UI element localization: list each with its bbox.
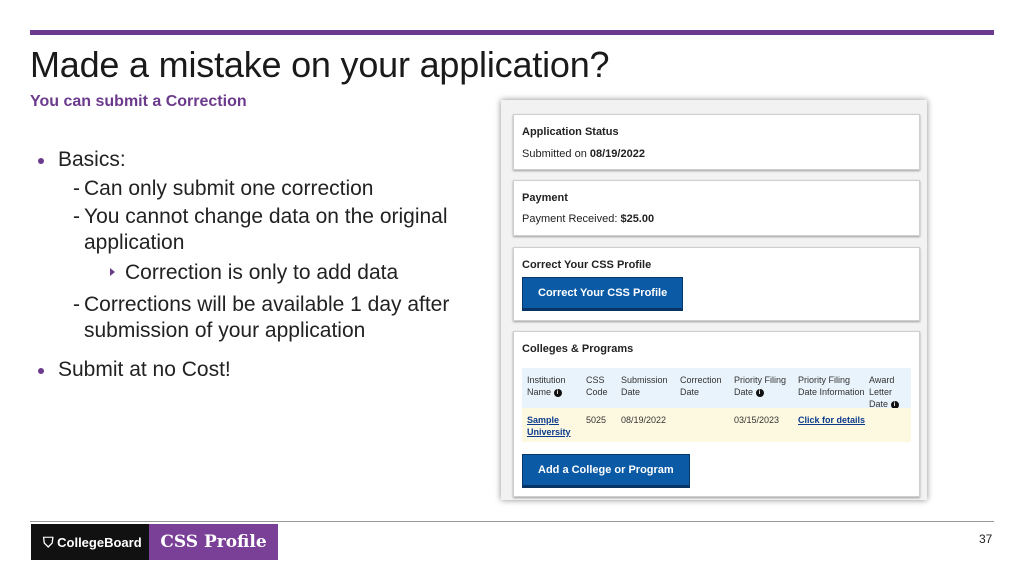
bullet-basics-text: Basics:	[58, 148, 126, 171]
payment-amount: $25.00	[620, 213, 655, 225]
col-priority-filing-info: Priority Filing Date Information	[798, 375, 865, 397]
payment-heading: Payment	[522, 192, 568, 204]
sub-bullet-text: Can only submit one correction	[84, 177, 374, 200]
slide-subtitle: You can submit a Correction	[30, 93, 247, 110]
table-row: Sample University 5025 08/19/2022 03/15/…	[522, 408, 911, 442]
sub-bullet-availability: - Corrections will be available 1 day af…	[73, 292, 478, 344]
footer-divider	[30, 521, 994, 522]
correct-profile-heading: Correct Your CSS Profile	[522, 259, 652, 271]
bullet-no-cost-text: Submit at no Cost!	[58, 358, 231, 381]
collegeboard-logo: ⛉ CollegeBoard	[31, 524, 149, 560]
sub-bullet-cannot-change: - You cannot change data on the original…	[73, 204, 478, 256]
col-correction-date: Correction Date	[680, 375, 722, 397]
colleges-programs-heading: Colleges & Programs	[522, 343, 634, 355]
css-profile-logo: CSS Profile	[149, 524, 278, 560]
add-college-button[interactable]: Add a College or Program	[522, 454, 690, 488]
colleges-table: Institution Name i CSS Code Submission D…	[522, 368, 911, 442]
submission-date-value: 08/19/2022	[621, 415, 667, 425]
slide-title: Made a mistake on your application?	[30, 44, 610, 85]
acorn-shield-icon: ⛉	[43, 534, 54, 550]
bullet-basics: Basics:	[38, 148, 478, 172]
submitted-on-line: Submitted on 08/19/2022	[522, 148, 645, 160]
col-institution-name: Institution Name i	[527, 375, 566, 397]
css-code-value: 5025	[586, 415, 607, 425]
sub-bullet-one-correction: - Can only submit one correction	[73, 177, 374, 200]
bullet-no-cost: Submit at no Cost!	[38, 358, 478, 382]
priority-filing-date-value: 03/15/2023	[734, 415, 780, 425]
profile-dashboard-screenshot: Application Status Submitted on 08/19/20…	[501, 100, 927, 500]
title-accent-bar	[30, 30, 994, 35]
col-submission-date: Submission Date	[621, 375, 668, 397]
table-header-row: Institution Name i CSS Code Submission D…	[522, 368, 913, 410]
application-status-heading: Application Status	[522, 126, 619, 138]
triangle-bullet-icon	[110, 268, 115, 276]
submitted-date: 08/19/2022	[589, 148, 645, 160]
info-icon[interactable]: i	[553, 388, 562, 397]
page-number: 37	[979, 532, 993, 546]
correct-profile-card: Correct Your CSS Profile Correct Your CS…	[513, 247, 920, 321]
col-award-letter-date: Award Letter Date i	[869, 374, 913, 410]
colleges-programs-card: Colleges & Programs Institution Name i C…	[513, 331, 920, 497]
sub-sub-bullet-text: Correction is only to add data	[125, 261, 399, 284]
correct-profile-button[interactable]: Correct Your CSS Profile	[522, 277, 684, 311]
institution-link[interactable]: Sample University	[527, 414, 577, 438]
sub-bullet-text: You cannot change data on the original a…	[84, 205, 448, 254]
bullet-dot-icon	[38, 158, 44, 164]
payment-received-line: Payment Received: $25.00	[522, 213, 655, 225]
col-priority-filing-date: Priority Filing Date i	[734, 375, 787, 397]
bullet-list: Basics: - Can only submit one correction…	[38, 148, 478, 382]
sub-bullet-text: Corrections will be available 1 day afte…	[84, 293, 450, 342]
click-for-details-link[interactable]: Click for details	[798, 414, 865, 426]
bullet-dot-icon	[38, 368, 44, 374]
info-icon[interactable]: i	[755, 388, 764, 397]
application-status-card: Application Status Submitted on 08/19/20…	[513, 114, 920, 170]
payment-card: Payment Payment Received: $25.00	[513, 180, 920, 236]
sub-sub-bullet-add-data: Correction is only to add data	[110, 260, 478, 286]
col-css-code: CSS Code	[586, 375, 608, 397]
